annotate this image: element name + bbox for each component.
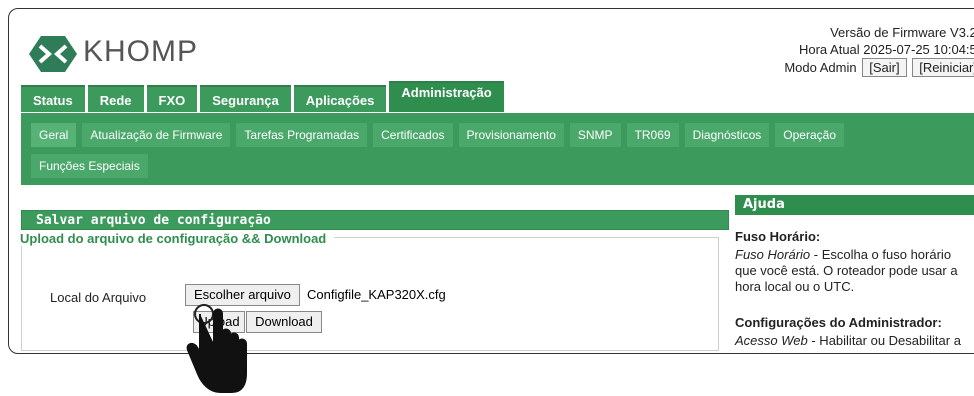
subnav-provisioning[interactable]: Provisionamento (458, 123, 564, 147)
tab-status[interactable]: Status (21, 85, 85, 112)
firmware-version: Versão de Firmware V3.21 (830, 25, 974, 40)
subnav-row-2: Funções Especiais (31, 154, 148, 178)
current-time: Hora Atual 2025-07-25 10:04:57 (798, 42, 974, 57)
restart-button[interactable]: [Reiniciar] (912, 58, 974, 77)
subnav-certificates[interactable]: Certificados (373, 123, 453, 147)
subnav-geral[interactable]: Geral (31, 123, 77, 147)
choose-file-button[interactable]: Escolher arquivo (185, 284, 300, 306)
subnav-special-functions[interactable]: Funções Especiais (31, 154, 148, 178)
header-info: Versão de Firmware V3.21 Hora Atual 2025… (784, 24, 974, 77)
admin-mode-label: Modo Admin (784, 60, 857, 75)
help-text-admin: Acesso Web - Habilitar ou Desabilitar a (735, 333, 961, 348)
help-heading-admin: Configurações do Administrador: (735, 315, 942, 330)
tab-administracao[interactable]: Administração (389, 81, 504, 112)
help-term-timezone: Fuso Horário (735, 247, 811, 262)
subnav-diagnostics[interactable]: Diagnósticos (684, 123, 770, 147)
subnav-operation[interactable]: Operação (775, 123, 844, 147)
subnav-firmware-update[interactable]: Atualização de Firmware (82, 123, 231, 147)
help-title: Ajuda (735, 195, 974, 215)
help-panel: Fuso Horário: Fuso Horário - Escolha o f… (735, 229, 974, 349)
browser-frame: KHOMP Versão de Firmware V3.21 Hora Atua… (8, 8, 974, 354)
brand-name: KHOMP (83, 35, 199, 68)
subnav-row-1: Geral Atualização de Firmware Tarefas Pr… (31, 123, 844, 147)
selected-filename: Configfile_KAP320X.cfg (307, 287, 446, 302)
help-text-timezone: Fuso Horário - Escolha o fuso horário qu… (735, 247, 958, 294)
pointing-hand-icon (186, 304, 247, 393)
khomp-logo-icon (29, 36, 77, 72)
tab-fxo[interactable]: FXO (146, 85, 198, 112)
help-heading-timezone: Fuso Horário: (735, 229, 821, 244)
upload-fieldset: Upload do arquivo de configuração && Dow… (20, 231, 719, 351)
subnav-tr069[interactable]: TR069 (626, 123, 679, 147)
logout-button[interactable]: [Sair] (862, 58, 907, 77)
main-tabs: Status Rede FXO Segurança Aplicações Adm… (21, 81, 504, 112)
file-location-label: Local do Arquivo (50, 290, 147, 305)
fieldset-legend: Upload do arquivo de configuração && Dow… (20, 231, 335, 246)
help-term-web-access: Acesso Web (735, 333, 808, 348)
subnav-snmp[interactable]: SNMP (569, 123, 621, 147)
sub-navigation: Geral Atualização de Firmware Tarefas Pr… (21, 113, 974, 185)
tab-aplicacoes[interactable]: Aplicações (293, 85, 387, 112)
tab-seguranca[interactable]: Segurança (200, 85, 291, 112)
subnav-scheduled-tasks[interactable]: Tarefas Programadas (236, 123, 368, 147)
tab-rede[interactable]: Rede (87, 85, 144, 112)
download-button[interactable]: Download (246, 311, 322, 333)
section-title: Salvar arquivo de configuração (21, 210, 729, 230)
